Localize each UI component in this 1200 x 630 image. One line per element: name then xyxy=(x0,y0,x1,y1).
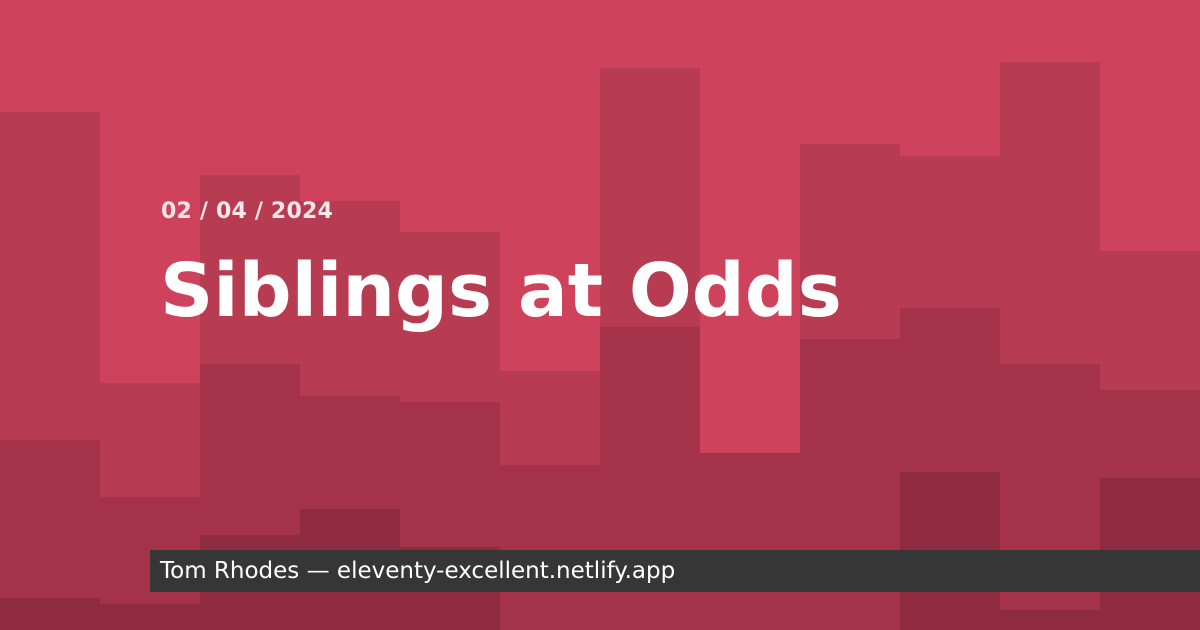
author-site-text: Tom Rhodes — eleventy-excellent.netlify.… xyxy=(160,558,676,584)
author-site-bar: Tom Rhodes — eleventy-excellent.netlify.… xyxy=(150,550,1200,592)
post-date: 02 / 04 / 2024 xyxy=(161,199,333,224)
post-title: Siblings at Odds xyxy=(160,248,842,334)
